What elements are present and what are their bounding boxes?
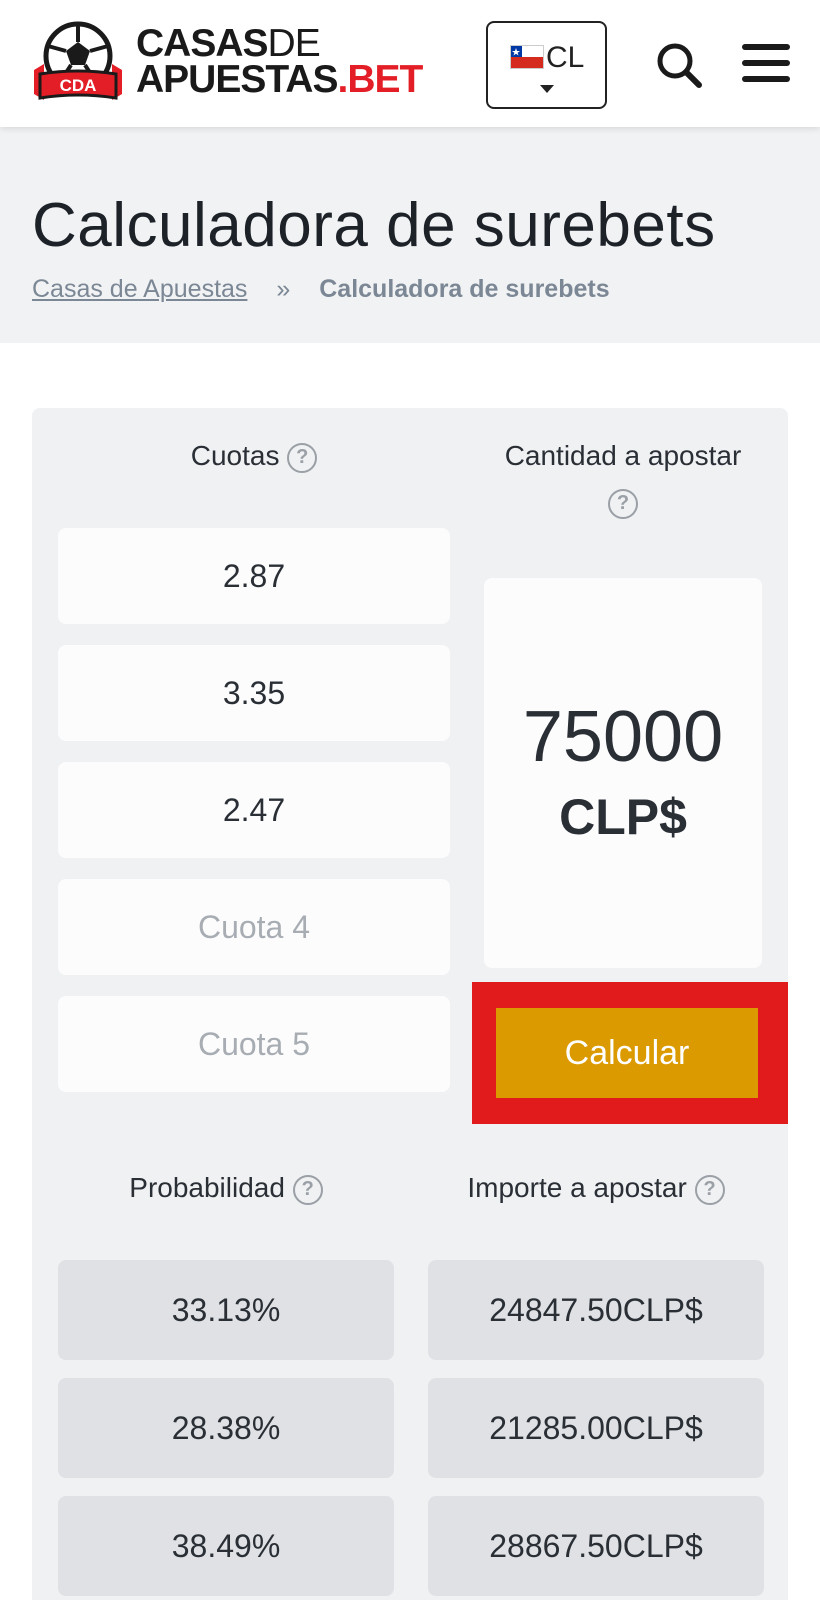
breadcrumb-current: Calculadora de surebets	[319, 275, 610, 303]
logo-word-apuestas: APUESTAS	[136, 58, 338, 101]
stake-result-1: 24847.50CLP$	[428, 1260, 764, 1360]
calculate-button[interactable]: Calcular	[496, 1008, 758, 1098]
language-selector[interactable]: CL	[486, 21, 607, 109]
search-icon[interactable]	[654, 40, 704, 90]
breadcrumb-home-link[interactable]: Casas de Apuestas	[32, 275, 247, 303]
stake-amount-field[interactable]: 75000 CLP$	[484, 578, 762, 968]
chile-flag-icon	[510, 45, 544, 69]
stake-result-header: Importe a apostar ?	[428, 1172, 764, 1205]
caret-down-icon	[540, 85, 554, 93]
site-logo[interactable]: CDA CASASDE APUESTAS.BET	[30, 18, 460, 108]
stake-result-2: 21285.00CLP$	[428, 1378, 764, 1478]
breadcrumb: Casas de Apuestas » Calculadora de sureb…	[32, 275, 610, 304]
page-title: Calculadora de surebets	[32, 191, 716, 260]
language-code: CL	[546, 41, 585, 74]
stake-currency: CLP$	[559, 789, 687, 845]
logo-badge-text: CDA	[60, 76, 97, 95]
odd-input-2[interactable]	[58, 645, 450, 741]
stake-amount-value: 75000	[522, 697, 724, 777]
surebet-calculator: Cuotas ? Cantidad a apostar ? 75000 CLP$…	[32, 408, 788, 1600]
amount-header: Cantidad a apostar ?	[484, 440, 762, 519]
breadcrumb-separator: »	[276, 275, 291, 303]
probability-header: Probabilidad ?	[58, 1172, 394, 1205]
help-icon[interactable]: ?	[292, 1174, 323, 1205]
odd-input-1[interactable]	[58, 528, 450, 624]
odds-header-label: Cuotas	[190, 440, 280, 471]
help-icon[interactable]: ?	[608, 488, 638, 519]
probability-header-label: Probabilidad	[129, 1172, 285, 1203]
logo-wordmark: CASASDE APUESTAS.BET	[136, 24, 423, 101]
odd-input-5[interactable]	[58, 996, 450, 1092]
logo-word-bet: .BET	[337, 58, 423, 101]
probability-result-1: 33.13%	[58, 1260, 394, 1360]
site-header: CDA CASASDE APUESTAS.BET CL	[0, 0, 820, 127]
probability-result-2: 28.38%	[58, 1378, 394, 1478]
odd-input-4[interactable]	[58, 879, 450, 975]
stake-result-3: 28867.50CLP$	[428, 1496, 764, 1596]
help-icon[interactable]: ?	[287, 442, 318, 473]
help-icon[interactable]: ?	[694, 1174, 725, 1205]
soccer-ball-logo-icon: CDA	[34, 21, 122, 100]
odd-input-3[interactable]	[58, 762, 450, 858]
odds-header: Cuotas ?	[58, 440, 450, 473]
stake-result-header-label: Importe a apostar	[467, 1172, 687, 1203]
amount-header-label: Cantidad a apostar	[504, 440, 742, 471]
menu-icon[interactable]	[742, 42, 790, 84]
probability-result-3: 38.49%	[58, 1496, 394, 1596]
